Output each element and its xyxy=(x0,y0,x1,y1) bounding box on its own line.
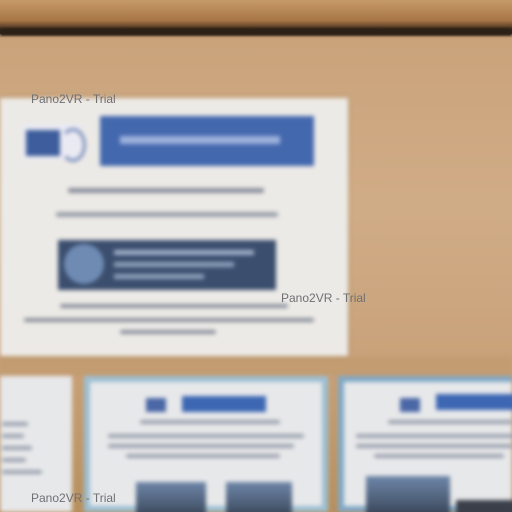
scene: Pano2VR - Trial Pano2VR - Trial Pano2VR … xyxy=(0,0,512,512)
main-poster xyxy=(0,98,348,356)
emblem-icon xyxy=(64,244,104,284)
poster-text-line xyxy=(60,304,288,308)
flyer-photo xyxy=(226,482,292,512)
watermark-bottom: Pano2VR - Trial xyxy=(31,491,116,505)
flyer-middle xyxy=(84,376,328,512)
poster-text-line xyxy=(68,188,264,193)
flyer-header xyxy=(182,396,266,412)
flyer-right xyxy=(338,376,512,512)
poster-logo-icon xyxy=(22,124,86,162)
flyer-photo xyxy=(136,482,206,512)
flyer-logo-icon xyxy=(146,398,166,412)
flyer-photo xyxy=(366,476,450,512)
poster-text-line xyxy=(56,212,278,217)
wall-divider xyxy=(0,356,512,376)
flyer-photo xyxy=(456,500,512,512)
poster-text-line xyxy=(120,330,216,334)
poster-text-line xyxy=(24,318,314,322)
flyer-header xyxy=(436,394,512,410)
watermark-top: Pano2VR - Trial xyxy=(31,92,116,106)
poster-header-banner xyxy=(100,116,314,166)
watermark-middle: Pano2VR - Trial xyxy=(281,291,366,305)
flyer-logo-icon xyxy=(400,398,420,412)
poster-dark-banner xyxy=(58,240,276,290)
shelf-shadow xyxy=(0,28,512,36)
